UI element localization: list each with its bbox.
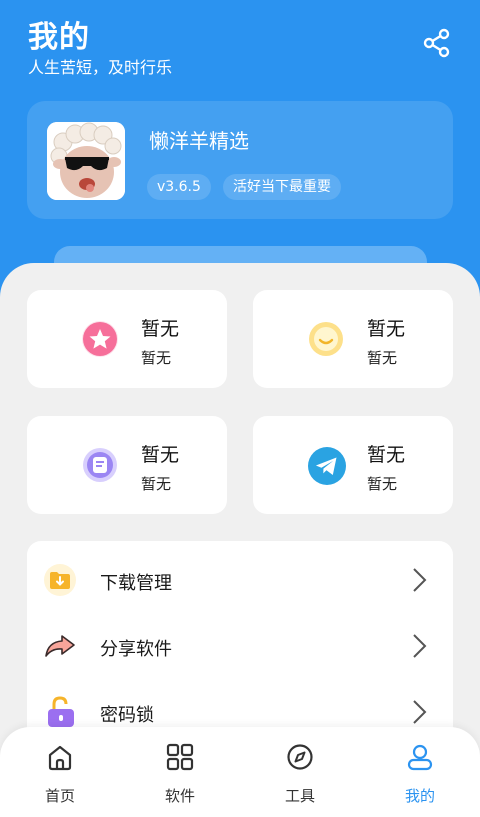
stat-label: 暂无 (367, 349, 398, 367)
chevron-right-icon (413, 700, 427, 724)
stat-value: 暂无 (367, 318, 406, 340)
stat-value: 暂无 (141, 444, 180, 466)
page-title: 我的 (28, 20, 90, 55)
stat-label: 暂无 (367, 475, 398, 493)
lock-icon (43, 695, 77, 729)
chevron-right-icon (413, 634, 427, 658)
share-icon (423, 28, 450, 58)
menu-item-label: 分享软件 (100, 639, 172, 660)
stat-label: 暂无 (141, 475, 172, 493)
menu-item-download-manager[interactable]: 下载管理 (27, 545, 453, 611)
user-icon (407, 744, 433, 771)
tab-label: 软件 (164, 787, 195, 805)
share-button[interactable] (418, 24, 456, 62)
note-icon (82, 447, 118, 483)
chevron-right-icon (413, 568, 427, 592)
tab-home[interactable]: 首页 (0, 727, 120, 817)
stat-card-notes[interactable]: 暂无 暂无 (27, 416, 227, 514)
app-name: 懒洋羊精选 (149, 129, 249, 153)
download-folder-icon (43, 563, 77, 597)
home-icon (48, 745, 72, 771)
app-logo (47, 122, 125, 200)
apps-grid-icon (166, 743, 194, 771)
menu-list: 下载管理 分享软件 密码锁 (27, 541, 453, 751)
telegram-icon (308, 447, 346, 485)
tab-label: 我的 (404, 787, 435, 805)
star-icon (82, 321, 118, 357)
stat-value: 暂无 (367, 444, 406, 466)
app-info-card: 懒洋羊精选 v3.6.5 活好当下最重要 (27, 101, 453, 219)
compass-icon (287, 744, 313, 770)
share-arrow-icon (43, 629, 77, 663)
stat-card-favorites[interactable]: 暂无 暂无 (27, 290, 227, 388)
slogan-badge: 活好当下最重要 (223, 174, 341, 200)
menu-item-label: 下载管理 (100, 573, 172, 594)
tab-tools[interactable]: 工具 (240, 727, 360, 817)
tab-label: 工具 (284, 787, 315, 805)
stat-card-telegram[interactable]: 暂无 暂无 (253, 416, 453, 514)
sheep-with-sunglasses-avatar (47, 122, 125, 200)
tab-label: 首页 (44, 787, 75, 805)
tab-apps[interactable]: 软件 (120, 727, 240, 817)
smile-icon (308, 321, 344, 357)
menu-item-label: 密码锁 (100, 705, 154, 726)
stat-value: 暂无 (141, 318, 180, 340)
menu-item-share-app[interactable]: 分享软件 (27, 611, 453, 677)
version-badge: v3.6.5 (147, 174, 211, 200)
stat-label: 暂无 (141, 349, 172, 367)
bottom-tab-bar: 首页 软件 工具 我的 (0, 727, 480, 817)
page-subtitle: 人生苦短，及时行乐 (28, 58, 173, 77)
tab-mine[interactable]: 我的 (360, 727, 480, 817)
stat-card-mood[interactable]: 暂无 暂无 (253, 290, 453, 388)
